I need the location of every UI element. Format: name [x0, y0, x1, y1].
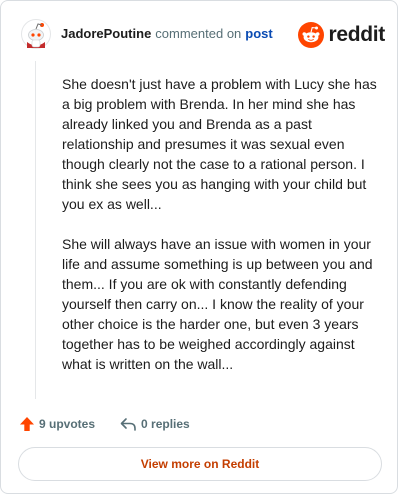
user-avatar[interactable]: [21, 19, 51, 49]
comment-footer: 9 upvotes 0 replies: [19, 415, 190, 433]
reddit-embed-card: JadorePoutine commented on post reddit She…: [0, 0, 398, 494]
comment-action-text: commented on: [155, 26, 242, 41]
reddit-snoo-logo-icon: [298, 22, 325, 48]
snoo-avatar-icon: [21, 19, 51, 49]
comment-body: She doesn't just have a problem with Luc…: [62, 74, 380, 394]
author-name[interactable]: JadorePoutine: [61, 26, 151, 41]
reddit-logo[interactable]: reddit: [298, 20, 385, 50]
upvote-arrow-icon: [20, 417, 34, 431]
comment-paragraph-2: She will always have an issue with women…: [62, 236, 373, 372]
reply-arrow-icon: [120, 418, 136, 431]
author-line: JadorePoutine commented on post: [61, 26, 273, 42]
view-more-button[interactable]: View more on Reddit: [18, 447, 382, 481]
comment-paragraph-1: She doesn't just have a problem with Luc…: [62, 76, 377, 212]
upvotes-stat[interactable]: 9 upvotes: [19, 416, 95, 432]
upvotes-count: 9 upvotes: [39, 417, 96, 431]
post-link[interactable]: post: [245, 26, 272, 41]
reddit-wordmark: reddit: [328, 23, 385, 46]
replies-stat[interactable]: 0 replies: [119, 416, 190, 432]
replies-count: 0 replies: [141, 417, 190, 431]
comment-header: JadorePoutine commented on post reddit: [21, 19, 385, 51]
thread-line: [35, 61, 36, 399]
